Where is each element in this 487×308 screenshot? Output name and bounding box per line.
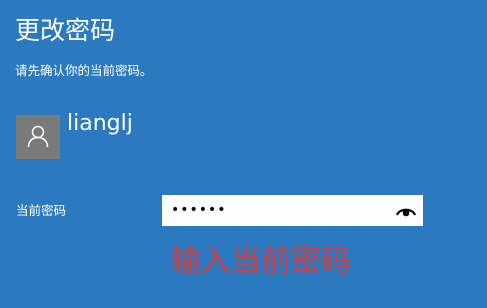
password-value: ••••••	[171, 202, 227, 218]
page-subtitle: 请先确认你的当前密码。	[15, 63, 153, 78]
username: lianglj	[67, 111, 133, 136]
current-password-label: 当前密码	[16, 203, 67, 218]
annotation-text: 输入当前密码	[171, 244, 351, 279]
page-title: 更改密码	[15, 16, 116, 45]
user-icon	[27, 125, 49, 148]
avatar	[16, 115, 60, 159]
eye-icon	[396, 208, 416, 217]
current-password-input[interactable]: ••••••	[162, 195, 423, 226]
reveal-password-button[interactable]	[389, 195, 423, 226]
